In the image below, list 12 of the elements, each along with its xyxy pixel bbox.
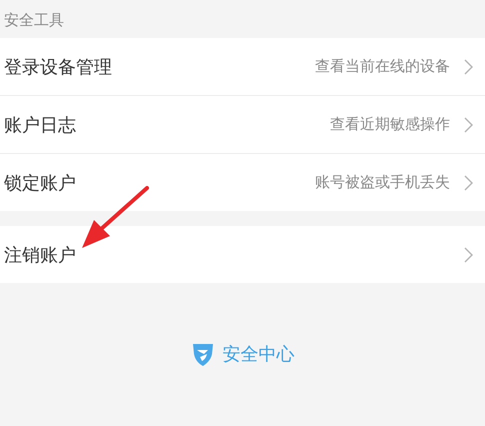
list-item[interactable]: 账户日志 查看近期敏感操作	[0, 96, 485, 154]
arrow-annotation	[80, 186, 150, 250]
list-item[interactable]: 登录设备管理 查看当前在线的设备	[0, 38, 485, 96]
brand-name: 安全中心	[222, 343, 294, 366]
list-item[interactable]: 锁定账户 账号被盗或手机丢失	[0, 154, 485, 211]
chevron-right-icon	[464, 174, 473, 190]
shield-icon	[190, 341, 214, 367]
chevron-right-icon	[464, 246, 473, 262]
list-item[interactable]: 注销账户	[0, 226, 485, 283]
chevron-right-icon	[464, 116, 473, 132]
section-title: 安全工具	[3, 10, 65, 31]
chevron-right-icon	[464, 58, 473, 74]
